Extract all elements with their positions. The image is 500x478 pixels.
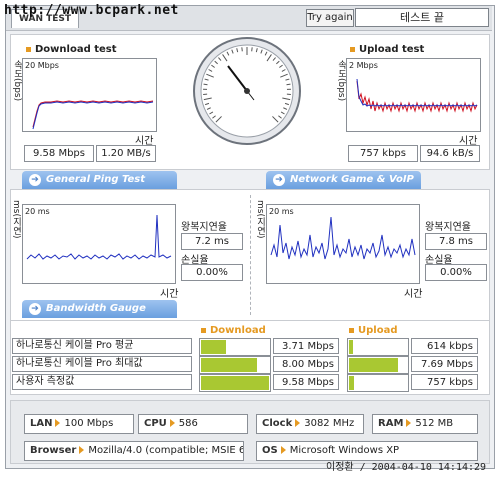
general-ping-x-label: 시간 [160, 289, 179, 300]
upload-title: Upload test [350, 44, 424, 55]
bandwidth-band: ➔ Bandwidth Gauge [22, 300, 177, 318]
bandwidth-upload-header: Upload [349, 325, 397, 336]
download-bar [199, 338, 271, 356]
ping-divider [250, 195, 251, 315]
speed-gauge [193, 37, 301, 145]
lan-value: 100 Mbps [64, 418, 114, 429]
browser-label: Browser [30, 445, 77, 456]
download-bar [199, 374, 271, 392]
upload-bar-fill [349, 376, 355, 390]
bandwidth-row-label: 하나로통신 케이블 Pro 평균 [12, 338, 192, 354]
arrow-circle-icon: ➔ [273, 174, 285, 186]
arrow-circle-icon: ➔ [29, 303, 41, 315]
general-ping-latency-label: 왕복지연율 [181, 222, 227, 233]
upload-trace [356, 78, 478, 113]
bullet-icon [350, 46, 355, 52]
download-title: Download test [26, 44, 117, 55]
cpu-value: 586 [178, 418, 198, 429]
try-again-button[interactable]: Try again [306, 9, 354, 27]
game-ping-trace [270, 216, 416, 260]
general-ping-latency-value: 7.2 ms [181, 233, 243, 250]
download-bar-fill [201, 376, 269, 390]
upload-title-text: Upload test [359, 44, 425, 55]
clock-value: 3082 MHz [304, 418, 355, 429]
upload-bar [347, 338, 409, 356]
upload-value: 7.69 Mbps [411, 356, 478, 372]
bandwidth-download-header: Download [201, 325, 266, 336]
ram-value: 512 MB [415, 418, 454, 429]
arrow-right-icon [280, 446, 286, 454]
upload-value: 757 kbps [411, 374, 478, 390]
arrow-right-icon [169, 419, 175, 427]
download-value: 8.00 Mbps [273, 356, 339, 372]
general-ping-chart: 20 ms [22, 204, 176, 284]
lan-label: LAN [30, 418, 53, 429]
game-ping-band: ➔Network Game & VoIP Test [266, 171, 421, 203]
download-bar-fill [201, 340, 227, 354]
download-value: 3.71 Mbps [273, 338, 339, 354]
upload-Bps-value: 94.6 kB/s [420, 145, 480, 162]
clock-info: Clock 3082 MHz [256, 414, 364, 434]
bandwidth-download-header-text: Download [210, 325, 266, 336]
browser-info: Browser Mozilla/4.0 (compatible; MSIE 6.0 [24, 441, 244, 461]
general-ping-trace [26, 214, 172, 260]
upload-bar [347, 374, 409, 392]
arrow-right-icon [406, 419, 412, 427]
footer-stamp: 이정환 / 2004-04-10 14:14:29 [326, 462, 487, 473]
os-label: OS [262, 445, 278, 456]
download-chart: 20 Mbps [22, 58, 157, 132]
status-field: 테스트 끝 [355, 8, 489, 27]
upload-bps-value: 757 kbps [348, 145, 418, 162]
browser-value: Mozilla/4.0 (compatible; MSIE 6.0 [88, 445, 244, 456]
download-Bps-value: 1.20 MB/s [96, 145, 156, 162]
download-title-text: Download test [35, 44, 117, 55]
game-ping-chart: 20 ms [266, 204, 420, 284]
cpu-label: CPU [144, 418, 167, 429]
bandwidth-title: Bandwidth Gauge [46, 303, 146, 314]
download-trace-red [32, 100, 154, 128]
clock-label: Clock [262, 418, 293, 429]
download-bar [199, 356, 271, 374]
ram-info: RAM 512 MB [372, 414, 478, 434]
game-ping-latency-label: 왕복지연율 [425, 222, 471, 233]
bullet-icon [201, 327, 206, 333]
download-value: 9.58 Mbps [273, 374, 339, 390]
general-ping-loss-value: 0.00% [181, 264, 243, 281]
upload-bar-fill [349, 358, 399, 372]
bandwidth-upload-header-text: Upload [358, 325, 398, 336]
upload-bar-fill [349, 340, 354, 354]
upload-chart: 2 Mbps [346, 58, 481, 132]
bullet-icon [349, 327, 354, 333]
ram-label: RAM [378, 418, 404, 429]
general-ping-band: ➔ General Ping Test [22, 171, 177, 189]
bullet-icon [26, 46, 31, 52]
os-value: Microsoft Windows XP [289, 445, 400, 456]
download-bps-value: 9.58 Mbps [24, 145, 94, 162]
arrow-circle-icon: ➔ [29, 174, 41, 186]
download-trace [32, 100, 154, 130]
arrow-right-icon [295, 419, 301, 427]
upload-value: 614 kbps [411, 338, 478, 354]
bandwidth-row-label: 사용자 측정값 [12, 374, 192, 390]
site-watermark: http://www.bcpark.net [4, 3, 179, 18]
general-ping-title: General Ping Test [46, 174, 146, 185]
download-trace-blue [32, 101, 154, 130]
game-ping-loss-value: 0.00% [425, 264, 487, 281]
game-ping-x-label: 시간 [404, 289, 423, 300]
game-ping-latency-value: 7.8 ms [425, 233, 487, 250]
cpu-info: CPU 586 [138, 414, 248, 434]
lan-info: LAN 100 Mbps [24, 414, 134, 434]
arrow-right-icon [79, 446, 85, 454]
download-bar-fill [201, 358, 258, 372]
upload-bar [347, 356, 409, 374]
bandwidth-row-label: 하나로통신 케이블 Pro 최대값 [12, 356, 192, 372]
arrow-right-icon [55, 419, 61, 427]
